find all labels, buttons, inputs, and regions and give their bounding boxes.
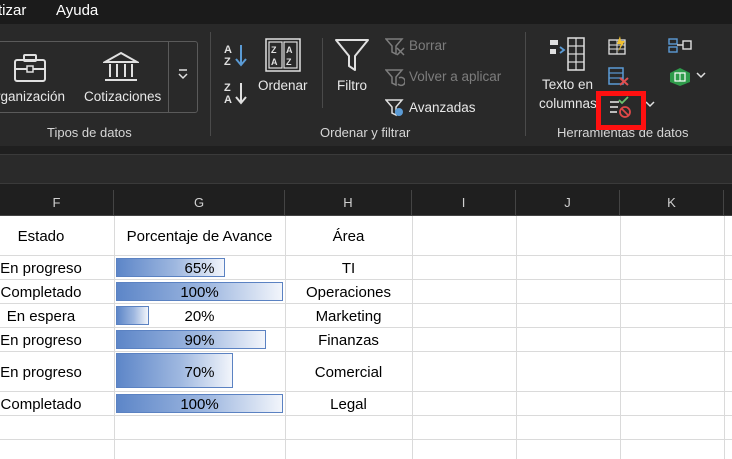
briefcase-icon[interactable] — [12, 52, 48, 84]
sort-za-icon[interactable]: Z A — [223, 80, 249, 106]
data-model-icon[interactable] — [669, 67, 691, 87]
reapply-filter-icon[interactable] — [385, 69, 405, 87]
gridline — [0, 439, 732, 440]
clear-button[interactable]: Borrar — [409, 38, 447, 53]
advanced-filter-icon[interactable] — [385, 99, 405, 117]
avance-cell[interactable]: 90% — [114, 332, 285, 349]
advanced-button[interactable]: Avanzadas — [409, 100, 476, 115]
worksheet-grid[interactable]: Estado Porcentaje de Avance Área En prog… — [0, 216, 732, 459]
estado-cell[interactable]: Completado — [0, 284, 82, 301]
chevron-down-icon[interactable] — [645, 101, 655, 109]
text-to-columns-label-1[interactable]: Texto en — [542, 77, 593, 92]
group-separator — [525, 32, 526, 136]
group-label-sort-filter: Ordenar y filtrar — [320, 125, 411, 140]
quotes-button[interactable]: Cotizaciones — [84, 89, 161, 104]
consolidate-icon[interactable] — [668, 36, 692, 54]
group-separator — [210, 32, 211, 136]
chevron-down-icon — [178, 69, 188, 80]
gridline — [0, 303, 732, 304]
svg-text:A: A — [224, 94, 232, 106]
formula-bar[interactable] — [0, 154, 732, 184]
svg-text:A: A — [271, 57, 278, 67]
estado-cell[interactable]: En progreso — [0, 332, 82, 349]
remove-duplicates-icon[interactable] — [607, 66, 629, 86]
excel-window: tizar Ayuda rganización Cotizaciones Tip… — [0, 0, 732, 459]
column-header-f[interactable]: F — [0, 190, 114, 216]
filter-button[interactable]: Filtro — [337, 78, 367, 93]
column-header-i[interactable]: I — [412, 190, 516, 216]
gridline — [620, 216, 621, 459]
gridline — [516, 216, 517, 459]
gridline — [0, 391, 732, 392]
text-to-columns-label-2[interactable]: columnas — [539, 96, 597, 111]
svg-text:Z: Z — [224, 82, 231, 94]
menu-item-customize[interactable]: tizar — [0, 2, 26, 19]
svg-text:Z: Z — [286, 57, 292, 67]
data-validation-highlight — [596, 91, 646, 130]
estado-cell[interactable]: En progreso — [0, 260, 82, 277]
sort-az-icon[interactable]: A Z — [223, 42, 249, 68]
svg-text:Z: Z — [224, 56, 231, 68]
gridline — [0, 255, 732, 256]
menu-bar: tizar Ayuda — [0, 0, 732, 24]
gridline — [0, 415, 732, 416]
svg-text:A: A — [224, 44, 232, 56]
area-cell[interactable]: Marketing — [285, 308, 412, 325]
flash-fill-icon[interactable] — [606, 36, 628, 56]
menu-item-help[interactable]: Ayuda — [56, 2, 98, 19]
clear-filter-icon[interactable] — [385, 38, 405, 56]
estado-cell[interactable]: En espera — [0, 308, 82, 325]
header-cell-estado[interactable]: Estado — [0, 228, 82, 245]
reapply-button[interactable]: Volver a aplicar — [409, 69, 501, 84]
sort-dialog-icon[interactable]: Z A A Z — [265, 38, 301, 72]
svg-text:Z: Z — [271, 45, 277, 55]
column-header-g[interactable]: G — [114, 190, 285, 216]
area-cell[interactable]: TI — [285, 260, 412, 277]
header-cell-avance[interactable]: Porcentaje de Avance — [114, 228, 285, 245]
ribbon: rganización Cotizaciones Tipos de datos … — [0, 24, 732, 146]
column-header-k[interactable]: K — [620, 190, 724, 216]
group-label-data-types: Tipos de datos — [47, 125, 132, 140]
area-cell[interactable]: Comercial — [285, 364, 412, 381]
sort-button[interactable]: Ordenar — [258, 78, 308, 93]
gallery-more-button[interactable] — [168, 41, 197, 113]
gridline — [0, 351, 732, 352]
separator — [322, 38, 323, 108]
estado-cell[interactable]: Completado — [0, 396, 82, 413]
area-cell[interactable]: Finanzas — [285, 332, 412, 349]
gridline — [0, 279, 732, 280]
estado-cell[interactable]: En progreso — [0, 364, 82, 381]
chevron-down-icon[interactable] — [696, 72, 706, 80]
column-headers: F G H I J K — [0, 190, 732, 216]
area-cell[interactable]: Legal — [285, 396, 412, 413]
column-header-h[interactable]: H — [285, 190, 412, 216]
gridline — [724, 216, 725, 459]
avance-cell[interactable]: 100% — [114, 284, 285, 301]
column-header-j[interactable]: J — [516, 190, 620, 216]
header-cell-area[interactable]: Área — [285, 228, 412, 245]
avance-cell[interactable]: 20% — [114, 308, 285, 325]
gridline — [412, 216, 413, 459]
text-to-columns-icon[interactable] — [548, 36, 588, 72]
avance-cell[interactable]: 100% — [114, 396, 285, 413]
svg-text:A: A — [286, 45, 293, 55]
filter-icon[interactable] — [334, 38, 370, 74]
avance-cell[interactable]: 65% — [114, 260, 285, 277]
avance-cell[interactable]: 70% — [114, 364, 285, 381]
area-cell[interactable]: Operaciones — [285, 284, 412, 301]
gridline — [0, 327, 732, 328]
bank-icon[interactable] — [103, 51, 139, 84]
organization-button[interactable]: rganización — [0, 89, 65, 104]
